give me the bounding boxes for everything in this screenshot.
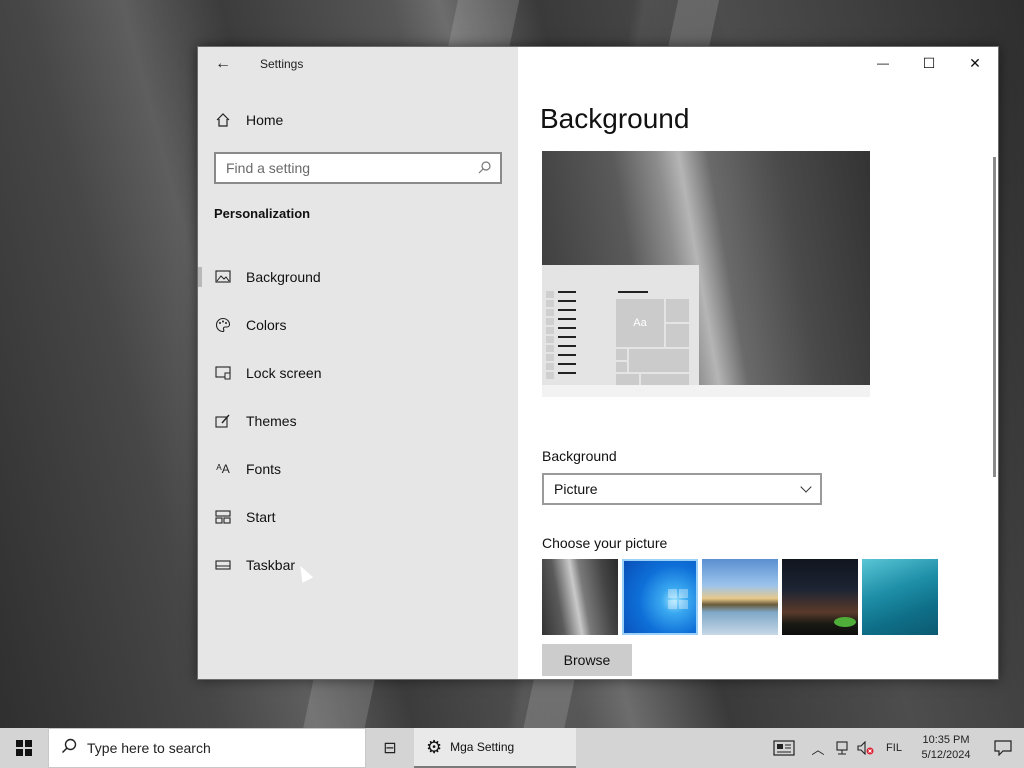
- preview-app-list: [548, 291, 578, 381]
- close-icon: ✕: [969, 54, 981, 71]
- thumbnail-night-sky[interactable]: [782, 559, 858, 635]
- news-widget-icon[interactable]: [762, 728, 806, 768]
- volume-muted-icon[interactable]: [854, 728, 878, 768]
- choose-picture-label: Choose your picture: [542, 535, 668, 551]
- preview-tiles: Aa: [616, 299, 692, 385]
- close-button[interactable]: ✕: [952, 47, 998, 79]
- picture-thumbnails: [542, 559, 938, 635]
- nav-item-taskbar[interactable]: Taskbar: [198, 541, 518, 589]
- nav-item-label: Lock screen: [246, 365, 322, 381]
- lock-screen-icon: [214, 364, 232, 382]
- windows-logo-icon: [668, 589, 688, 609]
- dropdown-value: Picture: [554, 481, 598, 497]
- taskbar-icon: [214, 556, 232, 574]
- start-icon: [214, 508, 232, 526]
- section-title: Personalization: [214, 206, 311, 221]
- browse-button[interactable]: Browse: [542, 644, 632, 676]
- search-icon: [61, 738, 77, 759]
- page-title: Background: [540, 103, 690, 134]
- thumbnail-underwater-swimmer[interactable]: [862, 559, 938, 635]
- preview-tile: [629, 349, 689, 372]
- search-icon[interactable]: [478, 160, 492, 177]
- preview-tile: [641, 374, 689, 385]
- nav-item-label: Taskbar: [246, 557, 296, 573]
- nav-item-label: Colors: [246, 317, 287, 333]
- taskbar-app-label: Mga Setting: [450, 740, 515, 754]
- task-view-button[interactable]: ⊟: [366, 728, 414, 768]
- settings-nav: Background Colors Lock screen Themes ᴬA …: [198, 253, 518, 589]
- preview-tile: [616, 349, 627, 360]
- home-link[interactable]: Home: [214, 111, 283, 129]
- background-type-dropdown[interactable]: Picture: [542, 473, 822, 505]
- settings-main: — ☐ ✕ Background Aa Background Picture C…: [518, 47, 998, 679]
- nav-item-themes[interactable]: Themes: [198, 397, 518, 445]
- home-icon: [214, 111, 232, 129]
- search-input[interactable]: [226, 160, 478, 176]
- preview-tile: [616, 362, 627, 372]
- picture-icon: [214, 268, 232, 286]
- settings-sidebar: ← Settings Home Personalization Backgrou…: [198, 47, 518, 679]
- thumbnail-beach-rocks[interactable]: [702, 559, 778, 635]
- taskbar-search-box[interactable]: Type here to search: [48, 728, 366, 768]
- palette-icon: [214, 316, 232, 334]
- chevron-down-icon: [800, 481, 812, 493]
- window-controls: — ☐ ✕: [860, 47, 998, 79]
- notification-icon: [994, 740, 1012, 756]
- nav-item-background[interactable]: Background: [198, 253, 518, 301]
- nav-item-start[interactable]: Start: [198, 493, 518, 541]
- preview-tiles-header: [618, 291, 648, 293]
- arrow-left-icon: ←: [215, 55, 231, 72]
- clock-time: 10:35 PM: [922, 734, 970, 746]
- clock-date: 5/12/2024: [921, 749, 971, 761]
- preview-tile: [616, 374, 639, 385]
- system-tray: ︿ FIL 10:35 PM 5/12/2024: [762, 728, 1024, 768]
- nav-item-label: Themes: [246, 413, 297, 429]
- taskbar-search-placeholder: Type here to search: [87, 740, 211, 756]
- minimize-icon: —: [877, 56, 889, 70]
- task-view-icon: ⊟: [383, 740, 397, 757]
- home-label: Home: [246, 112, 284, 128]
- clock[interactable]: 10:35 PM 5/12/2024: [910, 733, 982, 763]
- language-indicator[interactable]: FIL: [878, 742, 910, 754]
- preview-tile-large: Aa: [616, 299, 664, 347]
- nav-item-colors[interactable]: Colors: [198, 301, 518, 349]
- find-setting-search[interactable]: [214, 152, 502, 184]
- nav-item-fonts[interactable]: ᴬA Fonts: [198, 445, 518, 493]
- start-button[interactable]: [0, 728, 48, 768]
- preview-tile: [666, 299, 689, 322]
- background-type-label: Background: [542, 448, 617, 464]
- notification-center-button[interactable]: [982, 728, 1024, 768]
- nav-item-label: Background: [246, 269, 321, 285]
- maximize-button[interactable]: ☐: [906, 47, 952, 79]
- settings-window: ← Settings Home Personalization Backgrou…: [197, 46, 999, 680]
- thumbnail-windows-blue[interactable]: [622, 559, 698, 635]
- gear-icon: ⚙: [426, 736, 443, 757]
- background-preview: Aa: [542, 151, 870, 397]
- thumbnail-rock-wall[interactable]: [542, 559, 618, 635]
- minimize-button[interactable]: —: [860, 47, 906, 79]
- chevron-up-icon[interactable]: ︿: [806, 728, 830, 768]
- preview-start-menu: Aa: [542, 265, 699, 385]
- nav-item-label: Fonts: [246, 461, 282, 477]
- taskbar-app-settings[interactable]: ⚙ Mga Setting: [414, 728, 576, 768]
- maximize-icon: ☐: [922, 54, 936, 71]
- preview-tile: [666, 324, 689, 347]
- back-button[interactable]: ←: [212, 53, 234, 75]
- nav-item-label: Start: [246, 509, 276, 525]
- nav-item-lock-screen[interactable]: Lock screen: [198, 349, 518, 397]
- network-icon[interactable]: [830, 728, 854, 768]
- brush-icon: [214, 412, 232, 430]
- app-title: Settings: [260, 57, 304, 71]
- fonts-icon: ᴬA: [216, 462, 230, 476]
- taskbar: Type here to search ⊟ ⚙ Mga Setting ︿ FI…: [0, 728, 1024, 768]
- windows-logo-icon: [16, 740, 32, 756]
- scrollbar[interactable]: [993, 157, 996, 477]
